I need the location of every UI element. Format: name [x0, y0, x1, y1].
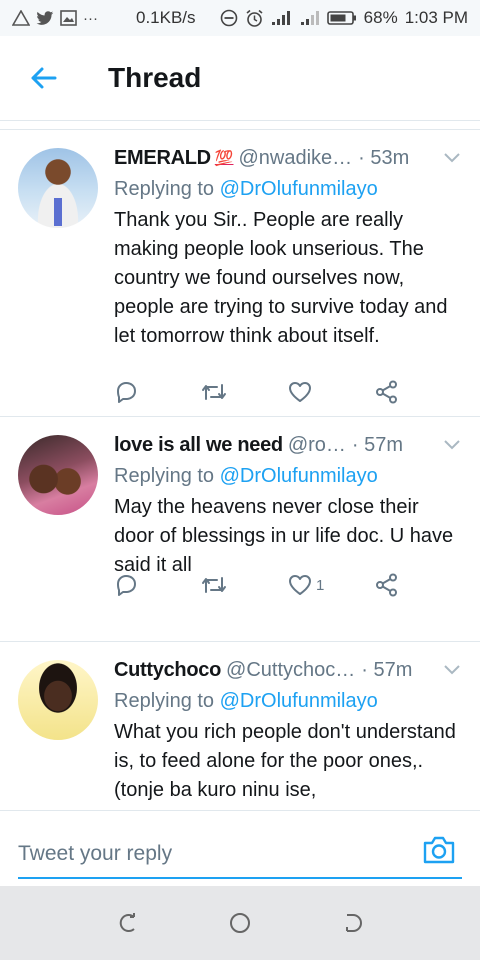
alarm-icon [245, 9, 264, 28]
mention-link[interactable]: @DrOlufunmilayo [220, 465, 378, 487]
do-not-disturb-icon [220, 9, 238, 27]
more-icon: ··· [83, 9, 98, 27]
reply-button[interactable] [114, 381, 201, 403]
author-name[interactable]: EMERALD [114, 147, 211, 170]
replying-prefix: Replying to [114, 178, 220, 200]
tweet-header: love is all we need @ro… · 57m [114, 429, 462, 461]
previous-tweet-fragment [0, 121, 480, 130]
replying-prefix: Replying to [114, 465, 220, 487]
tweet-actions [114, 380, 462, 404]
share-button[interactable] [375, 380, 462, 404]
mention-link[interactable]: @DrOlufunmilayo [220, 178, 378, 200]
tweet-content: EMERALD 💯 @nwadike… · 53m Replying to @D… [114, 142, 462, 351]
gallery-icon [60, 10, 77, 26]
status-left-icons: ··· 0.1KB/s [12, 8, 196, 28]
like-button[interactable] [288, 381, 375, 403]
tweet-header: EMERALD 💯 @nwadike… · 53m [114, 142, 462, 174]
battery-icon [326, 10, 357, 26]
share-icon [376, 380, 397, 404]
author-name[interactable]: love is all we need [114, 434, 283, 457]
avatar[interactable] [18, 148, 98, 228]
author-handle: @ro… [287, 433, 346, 456]
like-button[interactable]: 1 [288, 574, 375, 596]
tweet-header: Cuttychoco @Cuttychoc… · 57m [114, 654, 462, 686]
reply-button[interactable] [114, 574, 201, 596]
retweet-button[interactable] [201, 575, 288, 595]
reply-input[interactable]: Tweet your reply [18, 831, 462, 879]
recent-apps-icon [119, 913, 135, 932]
tweet-item[interactable]: EMERALD 💯 @nwadike… · 53m Replying to @D… [0, 130, 480, 417]
share-icon [376, 573, 397, 597]
tweet-time: · 53m [358, 146, 410, 169]
network-speed: 0.1KB/s [136, 8, 196, 27]
recent-apps-button[interactable] [107, 903, 147, 943]
camera-button[interactable] [422, 835, 458, 867]
back-nav-button[interactable] [333, 903, 373, 943]
thread-feed[interactable]: EMERALD 💯 @nwadike… · 53m Replying to @D… [0, 120, 480, 810]
reply-icon [117, 575, 136, 596]
tweet-content: love is all we need @ro… · 57m Replying … [114, 429, 462, 580]
author-handle: @nwadike… [238, 146, 353, 169]
share-button[interactable] [375, 573, 462, 597]
tweet-time: · 57m [351, 433, 404, 456]
clock: 1:03 PM [404, 8, 468, 27]
tweet-item[interactable]: love is all we need @ro… · 57m Replying … [0, 417, 480, 642]
avatar[interactable] [18, 660, 98, 740]
chevron-down-icon[interactable] [442, 439, 462, 451]
signal-2-icon [300, 10, 320, 26]
tweet-actions: 1 [114, 573, 462, 597]
battery-percent: 68% [363, 8, 398, 27]
replying-prefix: Replying to [114, 690, 220, 712]
hundred-emoji-icon: 💯 [214, 150, 234, 167]
page-title: Thread [108, 62, 202, 93]
home-button[interactable] [220, 903, 260, 943]
arrow-left-icon [31, 67, 57, 89]
avatar-detail [54, 198, 62, 226]
header: Thread [0, 36, 480, 120]
tweet-time: · 57m [361, 658, 413, 681]
retweet-icon [202, 577, 226, 593]
replying-to: Replying to @DrOlufunmilayo [114, 461, 462, 491]
reply-icon [117, 382, 136, 403]
twitter-icon [36, 10, 54, 26]
back-button[interactable] [23, 58, 63, 98]
replying-to: Replying to @DrOlufunmilayo [114, 686, 462, 716]
tweet-content: Cuttychoco @Cuttychoc… · 57m Replying to… [114, 654, 462, 805]
chevron-down-icon[interactable] [442, 664, 462, 676]
avatar[interactable] [18, 435, 98, 515]
warning-icon [12, 10, 30, 26]
tweet-item[interactable]: Cuttychoco @Cuttychoc… · 57m Replying to… [0, 642, 480, 810]
chevron-down-icon[interactable] [442, 152, 462, 164]
back-nav-icon [346, 914, 363, 932]
mention-link[interactable]: @DrOlufunmilayo [220, 690, 378, 712]
camera-icon [423, 836, 455, 864]
system-nav-bar [0, 886, 480, 960]
status-bar: ··· 0.1KB/s 68% 1:03 PM [0, 0, 480, 36]
retweet-button[interactable] [201, 382, 288, 402]
signal-icon [271, 10, 293, 26]
tweet-text: May the heavens never close their door o… [114, 496, 454, 576]
reply-bar: Tweet your reply [0, 810, 480, 886]
home-circle-icon [229, 913, 250, 933]
like-count: 1 [316, 576, 325, 594]
heart-icon [289, 575, 311, 595]
tweet-text: What you rich people don't understand is… [114, 721, 456, 801]
heart-icon [289, 382, 311, 402]
author-name[interactable]: Cuttychoco [114, 659, 221, 682]
tweet-text: Thank you Sir.. People are really making… [114, 209, 448, 347]
author-handle: @Cuttychoc… [226, 658, 356, 681]
replying-to: Replying to @DrOlufunmilayo [114, 174, 462, 204]
status-right-icons: 68% 1:03 PM [220, 8, 468, 28]
retweet-icon [202, 384, 226, 400]
